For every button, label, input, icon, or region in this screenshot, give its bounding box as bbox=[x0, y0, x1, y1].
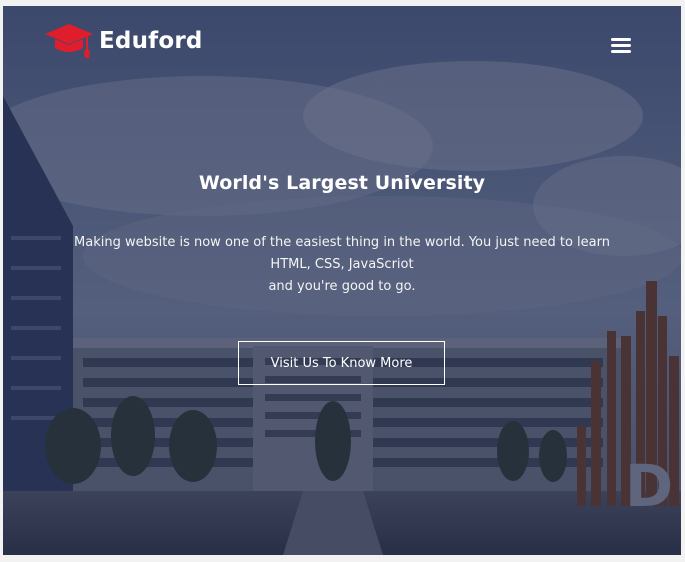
hamburger-menu-icon[interactable] bbox=[611, 38, 631, 56]
hero-description-line: Making website is now one of the easiest… bbox=[74, 235, 610, 250]
visit-us-button[interactable]: Visit Us To Know More bbox=[238, 341, 445, 385]
menu-bar bbox=[611, 50, 631, 53]
hero-content: World's Largest University Making websit… bbox=[3, 172, 681, 298]
brand-logo[interactable]: Eduford bbox=[43, 20, 203, 62]
hero-title: World's Largest University bbox=[198, 172, 486, 194]
hero-description-line: HTML, CSS, JavaScriot bbox=[270, 257, 414, 272]
hero-description-line: and you're good to go. bbox=[268, 279, 416, 294]
hero-description: Making website is now one of the easiest… bbox=[47, 232, 637, 298]
brand-name: Eduford bbox=[99, 28, 203, 54]
menu-bar bbox=[611, 44, 631, 47]
hero-section: D Eduford World's Largest University Mak… bbox=[3, 6, 681, 555]
menu-bar bbox=[611, 38, 631, 41]
top-nav: Eduford bbox=[3, 6, 681, 86]
graduation-cap-icon bbox=[45, 24, 93, 58]
